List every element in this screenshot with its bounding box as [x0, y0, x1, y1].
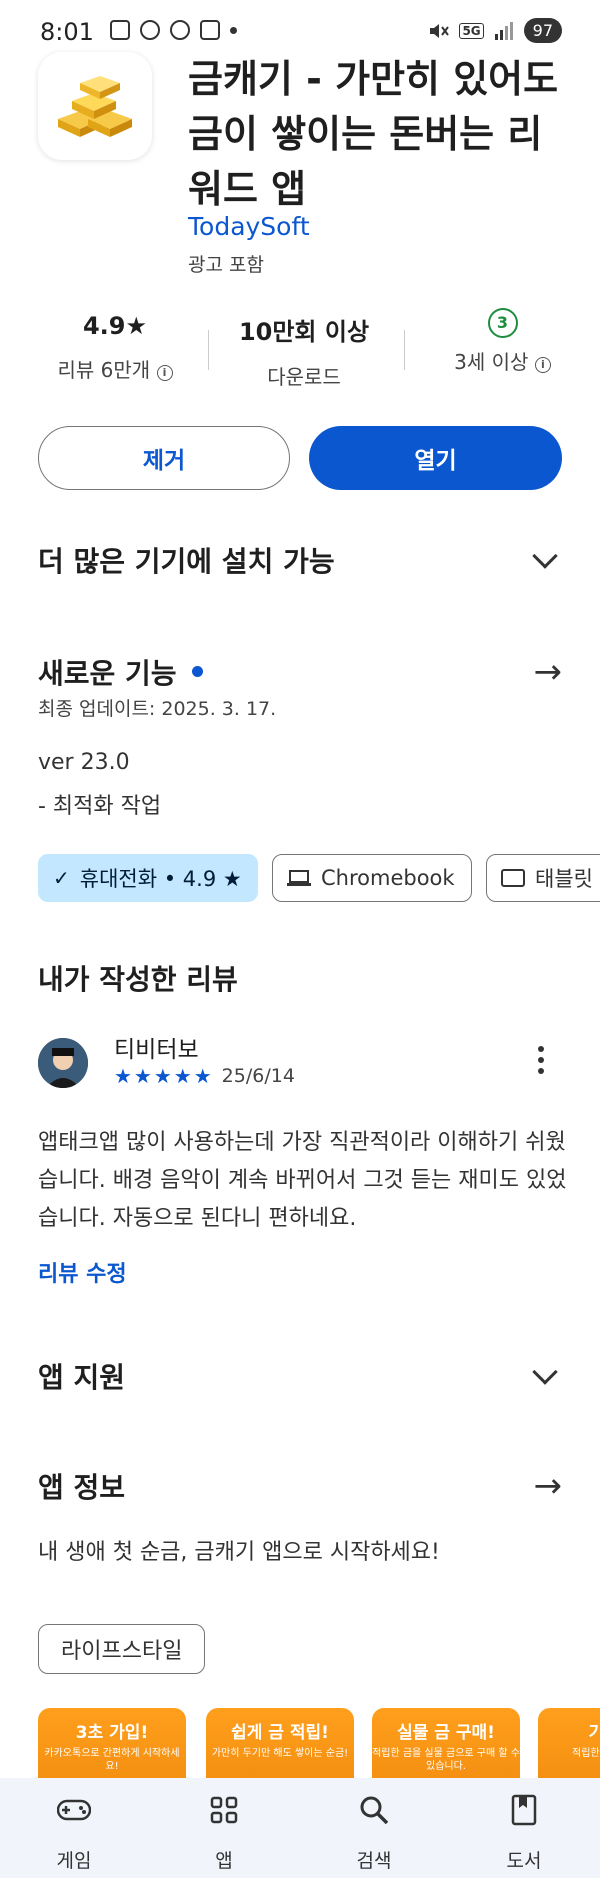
screenshot-card[interactable]: 기프티 적립한 금 기프티콘 — [538, 1708, 600, 1778]
chip-label: 휴대전화 • 4.9 ★ — [79, 867, 242, 891]
downloads-stat: 10만회 이상 다운로드 — [224, 312, 384, 390]
app-icon — [38, 52, 152, 160]
threads-icon — [170, 20, 190, 40]
search-icon — [360, 1796, 389, 1825]
mute-icon — [430, 23, 450, 38]
book-icon — [511, 1794, 537, 1826]
battery-level: 97 — [523, 18, 562, 43]
last-updated: 최종 업데이트: 2025. 3. 17. — [38, 698, 277, 720]
notification-icons — [110, 20, 237, 40]
version-text: ver 23.0 — [38, 750, 130, 775]
app-support-title: 앱 지원 — [38, 1361, 126, 1394]
review-count: 리뷰 6만개 — [57, 358, 151, 382]
downloads-label: 다운로드 — [267, 365, 341, 389]
network-type: 5G — [459, 22, 484, 39]
my-review-title: 내가 작성한 리뷰 — [38, 963, 238, 996]
rating-stat[interactable]: 4.9★ 리뷰 6만개 i — [40, 312, 190, 383]
age-rating-badge: 3 — [487, 308, 518, 338]
nav-search[interactable]: 검색 — [324, 1792, 424, 1873]
arrow-right-icon: → — [533, 652, 563, 692]
more-devices-row[interactable]: 더 많은 기기에 설치 가능 — [38, 540, 562, 580]
avatar — [38, 1038, 88, 1088]
app-stats: 4.9★ 리뷰 6만개 i 10만회 이상 다운로드 3 3세 이상 i — [0, 308, 600, 390]
app-description: 내 생애 첫 순금, 금캐기 앱으로 시작하세요! — [38, 1540, 440, 1565]
more-devices-title: 더 많은 기기에 설치 가능 — [38, 545, 335, 578]
more-options-icon[interactable] — [538, 1046, 546, 1074]
nav-label: 게임 — [56, 1850, 92, 1872]
apps-grid-icon — [210, 1796, 238, 1824]
nav-label: 앱 — [215, 1850, 233, 1872]
category-tag[interactable]: 라이프스타일 — [38, 1624, 206, 1674]
stat-divider — [404, 330, 405, 370]
age-rating-stat[interactable]: 3 3세 이상 i — [430, 308, 575, 375]
screenshot-card[interactable]: 쉽게 금 적립! 가만히 두기만 해도 쌓이는 순금! — [206, 1708, 354, 1778]
about-app-title: 앱 정보 — [38, 1471, 126, 1504]
gamepad-icon — [57, 1799, 91, 1821]
chip-label: 태블릿 — [535, 867, 593, 891]
screenshot-carousel[interactable]: 3초 가입! 카카오톡으로 간편하게 시작하세요! 쉽게 금 적립! 가만히 두… — [38, 1708, 600, 1778]
status-time: 8:01 — [40, 18, 94, 46]
device-chip-phone[interactable]: ✓ 휴대전화 • 4.9 ★ — [38, 854, 258, 902]
chevron-down-icon — [532, 1359, 558, 1385]
nav-books[interactable]: 도서 — [474, 1792, 574, 1873]
nav-apps[interactable]: 앱 — [174, 1792, 274, 1873]
check-icon: ✓ — [53, 866, 70, 890]
stat-divider — [208, 330, 209, 370]
review-date: 25/6/14 — [221, 1065, 295, 1087]
review-stars: ★★★★★ — [114, 1064, 214, 1088]
whats-new-header[interactable]: 새로운 기능 → — [38, 652, 562, 692]
review-text: 앱태크앱 많이 사용하는데 가장 직관적이라 이해하기 쉬웠습니다. 배경 음악… — [38, 1130, 567, 1231]
downloads-value: 10만회 이상 — [238, 318, 370, 346]
release-notes: - 최적화 작업 — [38, 794, 162, 819]
about-app-header[interactable]: 앱 정보 → — [38, 1466, 562, 1506]
app-support-row[interactable]: 앱 지원 — [38, 1356, 562, 1396]
age-rating-label: 3세 이상 — [454, 350, 529, 374]
reviewer-name: 티비터보 — [114, 1037, 199, 1063]
info-icon: i — [534, 357, 551, 373]
screenshot-icon — [110, 20, 130, 40]
developer-link[interactable]: TodaySoft — [188, 212, 310, 241]
my-review-header: 내가 작성한 리뷰 — [38, 958, 562, 998]
contains-ads-label: 광고 포함 — [188, 254, 264, 276]
more-notifications-icon — [230, 26, 237, 34]
info-icon: i — [156, 365, 173, 381]
laptop-icon — [287, 870, 311, 886]
device-chip-chromebook[interactable]: Chromebook — [272, 854, 472, 902]
uninstall-button[interactable]: 제거 — [38, 426, 290, 490]
nav-label: 검색 — [356, 1850, 392, 1872]
bottom-navigation: 게임 앱 검색 도서 — [0, 1778, 600, 1878]
chat-icon — [140, 20, 160, 40]
chip-label: Chromebook — [321, 866, 455, 890]
edit-review-link[interactable]: 리뷰 수정 — [38, 1256, 127, 1288]
whats-new-title: 새로운 기능 — [38, 657, 177, 690]
user-photo-icon — [38, 1038, 88, 1088]
open-button[interactable]: 열기 — [309, 426, 562, 490]
device-chip-tablet[interactable]: 태블릿 — [486, 854, 600, 902]
screenshot-card[interactable]: 3초 가입! 카카오톡으로 간편하게 시작하세요! — [38, 1708, 186, 1778]
nav-games[interactable]: 게임 — [24, 1792, 124, 1873]
nav-label: 도서 — [506, 1850, 542, 1872]
screenshot-card[interactable]: 실물 금 구매! 적립한 금을 실물 금으로 구매 할 수 있습니다. — [372, 1708, 520, 1778]
app-notification-icon — [200, 20, 220, 40]
signal-icon — [494, 21, 513, 40]
new-dot-icon — [192, 666, 204, 677]
rating-value: 4.9★ — [82, 312, 148, 340]
system-icons: 5G 97 — [427, 18, 562, 43]
tablet-icon — [501, 869, 525, 887]
chevron-down-icon — [532, 543, 558, 569]
arrow-right-icon: → — [533, 1466, 563, 1506]
app-title: 금캐기 - 가만히 있어도 금이 쌓이는 돈버는 리워드 앱 — [188, 57, 559, 211]
gold-bars-icon — [58, 76, 132, 137]
